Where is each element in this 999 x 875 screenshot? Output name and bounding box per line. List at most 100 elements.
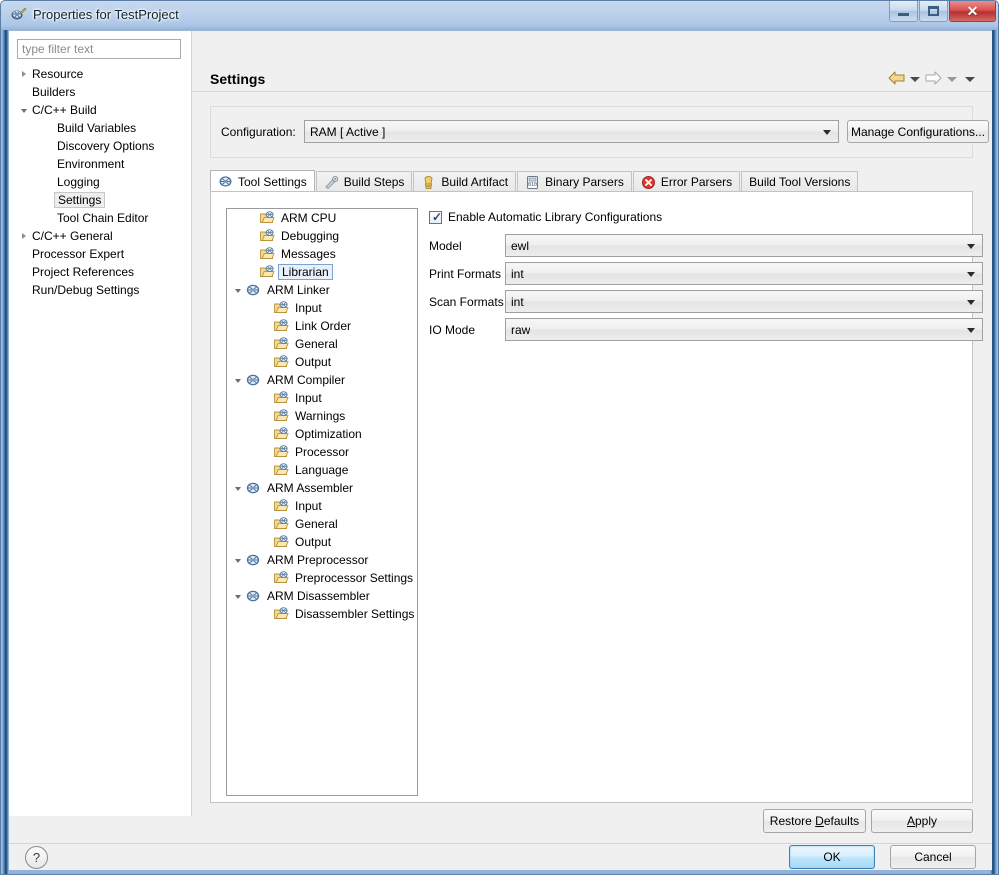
tab-label: Error Parsers (660, 175, 733, 189)
configuration-select[interactable]: RAM [ Active ] (304, 120, 839, 143)
tool-folder-icon (273, 408, 289, 424)
tool-tree-item-input[interactable]: Input (227, 299, 417, 317)
tab-tool-settings[interactable]: Tool Settings (210, 170, 315, 192)
tool-tree-item-arm-disassembler[interactable]: ARM Disassembler (227, 587, 417, 605)
option-rows: Model ewl Print Formats int Scan Formats int I… (429, 234, 983, 341)
tool-folder-icon (273, 354, 289, 370)
tool-folder-icon (273, 300, 289, 316)
sidebar-item-label: Build Variables (57, 121, 137, 135)
tool-tree-item-arm-assembler[interactable]: ARM Assembler (227, 479, 417, 497)
tool-tree-item-librarian[interactable]: Librarian (227, 263, 417, 281)
ok-button[interactable]: OK (789, 845, 875, 869)
print-formats-label: Print Formats (429, 266, 502, 281)
chevron-down-icon[interactable] (231, 593, 245, 599)
tool-folder-icon (273, 426, 289, 442)
model-select[interactable]: ewl (505, 234, 983, 257)
tool-tree-item-messages[interactable]: Messages (227, 245, 417, 263)
tool-tree-item-arm-preprocessor[interactable]: ARM Preprocessor (227, 551, 417, 569)
tool-tree-item-link-order[interactable]: Link Order (227, 317, 417, 335)
tool-tree-item-disassembler-settings[interactable]: Disassembler Settings (227, 605, 417, 623)
io-mode-value: raw (511, 322, 531, 337)
tool-tree-item-warnings[interactable]: Warnings (227, 407, 417, 425)
apply-button[interactable]: Apply (871, 809, 973, 833)
help-button[interactable]: ? (25, 846, 48, 869)
sidebar-item-settings[interactable]: Settings (9, 191, 191, 209)
tool-tree-item-label: Language (295, 463, 349, 477)
tool-tree-item-general[interactable]: General (227, 335, 417, 353)
tab-build-artifact[interactable]: Build Artifact (413, 171, 517, 192)
sidebar-item-label: Run/Debug Settings (32, 283, 140, 297)
restore-defaults-button[interactable]: Restore Defaults (763, 809, 866, 833)
sidebar-item-run-debug-settings[interactable]: Run/Debug Settings (9, 281, 191, 299)
tool-tree-item-language[interactable]: Language (227, 461, 417, 479)
sidebar-item-builders[interactable]: Builders (9, 83, 191, 101)
tool-tree-item-general[interactable]: General (227, 515, 417, 533)
tool-folder-icon (273, 498, 289, 514)
tool-settings-icon (218, 174, 233, 189)
tab-binary-parsers[interactable]: 010 Binary Parsers (517, 171, 632, 192)
window-border-left (1, 30, 9, 874)
scan-formats-select[interactable]: int (505, 290, 983, 313)
tool-tree-item-input[interactable]: Input (227, 497, 417, 515)
sidebar-item-environment[interactable]: Environment (9, 155, 191, 173)
tool-tree-item-output[interactable]: Output (227, 353, 417, 371)
chevron-down-icon[interactable] (231, 557, 245, 563)
ok-label: OK (823, 850, 841, 864)
model-row: Model ewl (429, 234, 983, 257)
cancel-button[interactable]: Cancel (890, 845, 976, 869)
io-mode-row: IO Mode raw (429, 318, 983, 341)
tool-tree-item-arm-compiler[interactable]: ARM Compiler (227, 371, 417, 389)
view-menu-caret-icon[interactable] (965, 77, 975, 82)
io-mode-select[interactable]: raw (505, 318, 983, 341)
sidebar-item-discovery-options[interactable]: Discovery Options (9, 137, 191, 155)
question-mark-icon: ? (32, 850, 41, 865)
tab-build-steps[interactable]: Build Steps (315, 171, 413, 192)
minimize-button[interactable] (889, 1, 918, 22)
tool-tree-item-label: Optimization (295, 427, 362, 441)
sidebar-item-c-c-general[interactable]: C/C++ General (9, 227, 191, 245)
tool-tree-item-label: Input (295, 499, 322, 513)
sidebar-item-logging[interactable]: Logging (9, 173, 191, 191)
sidebar-item-tool-chain-editor[interactable]: Tool Chain Editor (9, 209, 191, 227)
tool-tree-item-arm-linker[interactable]: ARM Linker (227, 281, 417, 299)
back-arrow-icon[interactable] (888, 71, 905, 88)
tool-tree-item-label: Input (295, 301, 322, 315)
tool-tree[interactable]: ARM CPU Debugging Messages Librarian ARM Lin… (226, 208, 418, 796)
tool-tree-item-label: ARM Disassembler (267, 589, 370, 603)
sidebar-item-resource[interactable]: Resource (9, 65, 191, 83)
forward-dropdown-caret-icon[interactable] (947, 77, 957, 82)
tool-node-icon (245, 372, 261, 388)
filter-input[interactable] (17, 39, 181, 59)
tool-tree-item-debugging[interactable]: Debugging (227, 227, 417, 245)
back-dropdown-caret-icon[interactable] (910, 77, 920, 82)
tool-tree-item-preprocessor-settings[interactable]: Preprocessor Settings (227, 569, 417, 587)
manage-configurations-button[interactable]: Manage Configurations... (847, 120, 989, 143)
enable-auto-library-row[interactable]: ✓ Enable Automatic Library Configuration… (429, 208, 957, 226)
sidebar-item-c-c-build[interactable]: C/C++ Build (9, 101, 191, 119)
chevron-down-icon[interactable] (231, 287, 245, 293)
enable-auto-library-checkbox[interactable]: ✓ (429, 210, 442, 224)
tool-tree-item-input[interactable]: Input (227, 389, 417, 407)
chevron-right-glyph (21, 233, 26, 239)
tool-node-icon (245, 588, 261, 604)
sidebar-item-project-references[interactable]: Project References (9, 263, 191, 281)
sidebar-item-build-variables[interactable]: Build Variables (9, 119, 191, 137)
print-formats-select[interactable]: int (505, 262, 983, 285)
chevron-right-icon[interactable] (17, 233, 30, 239)
chevron-down-icon[interactable] (231, 485, 245, 491)
close-button[interactable]: ✕ (949, 1, 996, 22)
tab-build-tool-versions[interactable]: Build Tool Versions (741, 171, 859, 192)
minimize-icon (898, 12, 909, 16)
sidebar-item-processor-expert[interactable]: Processor Expert (9, 245, 191, 263)
chevron-right-icon[interactable] (17, 71, 30, 77)
restore-button[interactable] (919, 1, 948, 22)
tool-tree-item-arm-cpu[interactable]: ARM CPU (227, 209, 417, 227)
chevron-down-icon[interactable] (231, 377, 245, 383)
scan-formats-value: int (511, 294, 524, 309)
tool-tree-item-output[interactable]: Output (227, 533, 417, 551)
tool-tree-item-processor[interactable]: Processor (227, 443, 417, 461)
tool-tree-item-optimization[interactable]: Optimization (227, 425, 417, 443)
chevron-down-icon[interactable] (17, 107, 30, 113)
tab-error-parsers[interactable]: Error Parsers (632, 171, 741, 192)
tool-folder-icon (259, 246, 275, 262)
